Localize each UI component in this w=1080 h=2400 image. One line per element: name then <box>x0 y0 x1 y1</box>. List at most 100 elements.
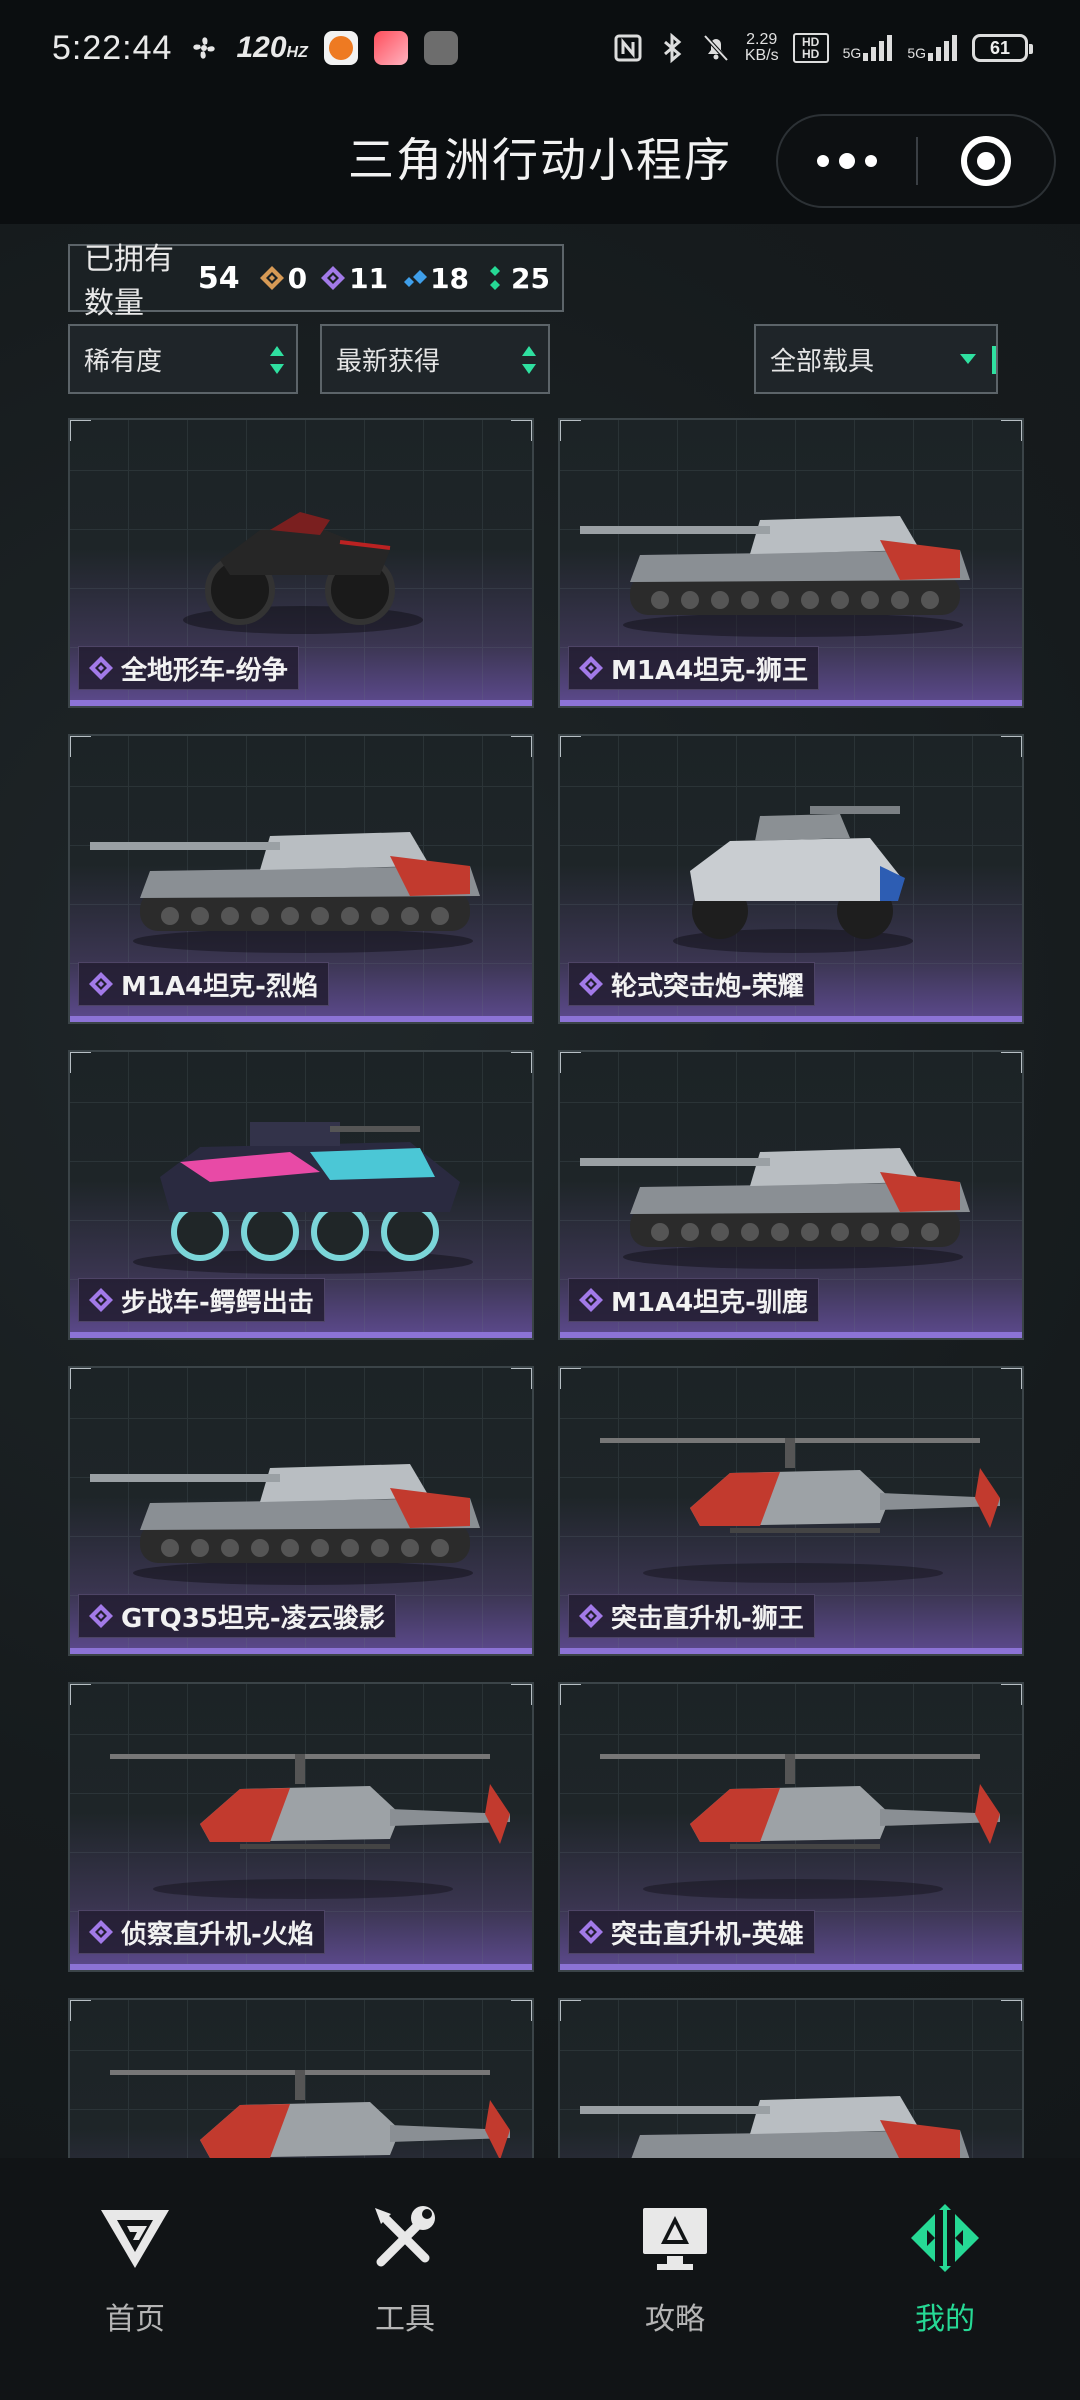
vehicle-name-tag: 突击直升机-英雄 <box>568 1910 815 1954</box>
vehicle-type-filter[interactable]: 全部载具 <box>754 324 998 394</box>
rarity-bar <box>560 1964 1022 1970</box>
vehicle-name: 轮式突击炮-荣耀 <box>611 971 804 1002</box>
armored-car-icon <box>673 806 913 953</box>
fan-icon <box>193 37 216 59</box>
rarity-bar <box>70 1648 532 1654</box>
vehicle-name: 侦察直升机-火焰 <box>121 1919 314 1950</box>
tab-mine-label: 我的 <box>915 2302 975 2337</box>
purple-gem-icon <box>579 1920 603 1944</box>
vehicle-name: M1A4坦克-驯鹿 <box>611 1287 808 1318</box>
vehicle-card[interactable]: 侦察直升机-火焰 <box>68 1682 534 1972</box>
chevron-down-icon <box>960 354 976 364</box>
helicopter-icon <box>600 1754 1000 1899</box>
close-button[interactable] <box>918 116 1054 206</box>
more-button[interactable] <box>778 116 916 206</box>
green-gem-icon <box>490 266 501 290</box>
vehicle-name: M1A4坦克-狮王 <box>611 655 808 686</box>
purple-gem-icon <box>89 1604 113 1628</box>
vehicle-card[interactable]: GTQ35坦克-凌云骏影 <box>68 1366 534 1656</box>
vehicle-collection: 已拥有数量 54 0 11 18 25 稀有度 最新获得 全部载具 全地形车-纷… <box>0 224 1080 2158</box>
tank-icon <box>90 1464 480 1585</box>
tools-icon <box>375 2206 435 2267</box>
rarity-bar <box>70 1016 532 1022</box>
app-notification-icon-2 <box>373 31 408 65</box>
rarity-bar <box>560 700 1022 706</box>
sort-arrows-icon <box>522 346 536 374</box>
signal-bars-icon <box>928 35 957 61</box>
tab-home-label: 首页 <box>105 2302 165 2337</box>
helicopter-icon <box>600 1438 1000 1583</box>
purple-gem-icon <box>579 972 603 996</box>
purple-gem-icon <box>579 1288 603 1312</box>
purple-gem-icon <box>579 656 603 680</box>
vehicle-name-tag: 全地形车-纷争 <box>78 646 299 690</box>
vehicle-card[interactable]: 突击直升机-狮王 <box>558 1366 1024 1656</box>
signal-2: 5G <box>907 35 958 61</box>
vehicle-card[interactable] <box>68 1998 534 2158</box>
mine-logo-icon <box>911 2204 979 2272</box>
vehicle-name: 突击直升机-英雄 <box>611 1919 804 1950</box>
rarity-bar <box>560 1648 1022 1654</box>
vehicle-card[interactable]: 突击直升机-英雄 <box>558 1682 1024 1972</box>
vehicle-name: 全地形车-纷争 <box>121 655 288 686</box>
vehicle-card[interactable]: M1A4坦克-烈焰 <box>68 734 534 1024</box>
close-target-icon <box>960 136 1011 186</box>
tank-icon <box>90 832 480 953</box>
vehicle-name-tag: M1A4坦克-驯鹿 <box>568 1278 819 1322</box>
gold-gem-icon <box>259 266 284 290</box>
gold-rarity-count: 0 <box>258 262 307 295</box>
vehicle-name-tag: 步战车-鳄鳄出击 <box>78 1278 325 1322</box>
mini-program-header: 三角洲行动小程序 <box>0 96 1080 224</box>
tab-guide[interactable]: 攻略 <box>540 2158 810 2400</box>
tab-mine[interactable]: 我的 <box>810 2158 1080 2400</box>
refresh-rate: 120HZ <box>236 31 308 64</box>
tab-tools[interactable]: 工具 <box>270 2158 540 2400</box>
owned-count: 54 <box>197 260 240 296</box>
tab-home[interactable]: 首页 <box>0 2158 270 2400</box>
dot-icon <box>865 155 877 167</box>
purple-gem-icon <box>89 972 113 996</box>
dot-icon <box>839 153 855 169</box>
battery-indicator: 61 <box>972 34 1033 62</box>
network-speed: 2.29 KB/s <box>744 31 779 64</box>
vehicle-card[interactable]: M1A4坦克-狮王 <box>558 418 1024 708</box>
capsule-menu <box>776 114 1056 208</box>
green-rarity-count: 25 <box>481 262 550 295</box>
status-bar: 5:22:44 120HZ 2.29 KB/s HD HD 5G 5G 61 <box>0 0 1080 96</box>
vehicle-type-filter-label: 全部载具 <box>770 346 875 377</box>
sort-arrows-icon <box>270 346 284 374</box>
purple-gem-icon <box>89 656 113 680</box>
vehicle-card[interactable]: 全地形车-纷争 <box>68 418 534 708</box>
vehicle-name: GTQ35坦克-凌云骏影 <box>121 1603 385 1634</box>
purple-gem-icon <box>89 1288 113 1312</box>
blue-gem-icon <box>404 270 428 287</box>
rarity-bar <box>560 1016 1022 1022</box>
vehicle-name: 突击直升机-狮王 <box>611 1603 804 1634</box>
sort-filter-label: 最新获得 <box>336 346 441 377</box>
sort-filter[interactable]: 最新获得 <box>320 324 550 394</box>
purple-gem-icon <box>89 1920 113 1944</box>
vehicle-card[interactable] <box>558 1998 1024 2158</box>
signal-1: 5G <box>843 35 894 61</box>
ifv-icon <box>133 1122 473 1274</box>
rarity-bar <box>560 1332 1022 1338</box>
rarity-filter[interactable]: 稀有度 <box>68 324 298 394</box>
filter-accent-bar <box>992 346 996 374</box>
vehicle-name: 步战车-鳄鳄出击 <box>121 1287 314 1318</box>
purple-rarity-count: 11 <box>319 262 388 295</box>
dot-icon <box>817 155 829 167</box>
home-logo-icon <box>101 2210 169 2268</box>
guide-monitor-icon <box>643 2208 707 2270</box>
vehicle-card[interactable]: M1A4坦克-驯鹿 <box>558 1050 1024 1340</box>
tank-icon <box>580 516 970 637</box>
vehicle-name-tag: M1A4坦克-烈焰 <box>78 962 329 1006</box>
vehicle-card[interactable]: 轮式突击炮-荣耀 <box>558 734 1024 1024</box>
owned-summary: 已拥有数量 54 0 11 18 25 <box>68 242 564 321</box>
mute-bell-icon <box>703 34 729 62</box>
rarity-bar <box>70 1964 532 1970</box>
purple-gem-icon <box>321 266 346 290</box>
nfc-icon <box>614 34 642 62</box>
vehicle-name-tag: 轮式突击炮-荣耀 <box>568 962 815 1006</box>
vehicle-card[interactable]: 步战车-鳄鳄出击 <box>68 1050 534 1340</box>
app-notification-icon-3 <box>423 31 458 65</box>
